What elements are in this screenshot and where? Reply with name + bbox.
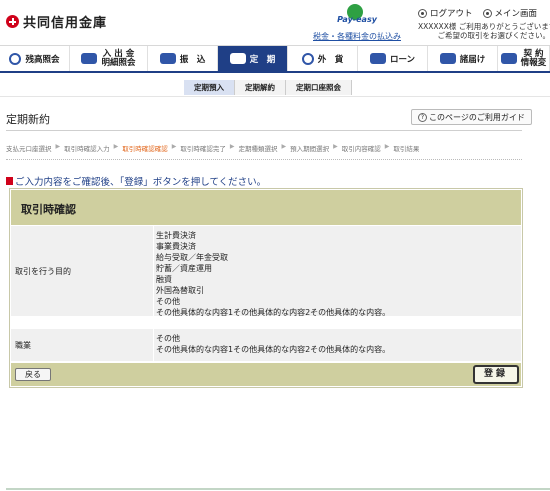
divider: [0, 96, 550, 97]
chevron-right-icon: ▶: [281, 143, 287, 150]
contract-icon: [500, 53, 517, 64]
nav-label: 入 出 金明細照会: [101, 48, 136, 68]
step-item: 預入期間選択: [290, 145, 330, 153]
nav-label: 契 約情報変: [520, 48, 547, 68]
nav-notices[interactable]: 諸届け: [428, 46, 498, 71]
chevron-right-icon: ▶: [333, 143, 338, 150]
subnav-inquiry[interactable]: 定期口座照会: [286, 80, 352, 95]
purpose-value: 給与受取／年金受取: [156, 253, 228, 262]
step-item: 定期種類選択: [238, 145, 278, 153]
sub-nav: 定期預入 定期解約 定期口座照会: [184, 80, 352, 95]
welcome-line-1: XXXXXX様 ご利用ありがとうございます。: [418, 22, 550, 31]
nav-label: 残高照会: [25, 54, 60, 65]
payeasy-word: Pay-easy: [337, 15, 377, 24]
loan-icon: [369, 53, 386, 64]
arrow-circle-icon: [418, 8, 427, 18]
notice-icon: [439, 53, 456, 64]
confirm-panel: 取引時確認 取引を行う目的 生計費決済 事業費決済 給与受取／年金受取 貯蓄／資…: [9, 188, 523, 388]
divider: [6, 159, 522, 160]
occupation-value: その他具体的な内容1その他具体的な内容2その他具体的な内容。: [156, 345, 391, 354]
header-links: ログアウト メイン画面: [418, 7, 537, 19]
logout-label: ログアウト: [430, 9, 473, 19]
main-screen-label: メイン画面: [494, 9, 538, 19]
nav-contract[interactable]: 契 約情報変: [498, 46, 550, 71]
nav-loan[interactable]: ローン: [358, 46, 428, 71]
purpose-value: 事業費決済: [156, 242, 196, 251]
step-item: 取引時確認完了: [180, 145, 226, 153]
subnav-cancel[interactable]: 定期解約: [235, 80, 286, 95]
bank-name: 共同信用金庫: [23, 16, 108, 31]
purpose-value: その他: [156, 297, 180, 306]
guide-button[interactable]: ? このページのご利用ガイド: [411, 109, 532, 125]
occupation-label: 職業: [11, 329, 154, 361]
panel-footer: 戻る 登録: [11, 363, 521, 386]
nav-time-deposit[interactable]: 定 期: [218, 46, 288, 71]
bank-logo-icon: [6, 15, 19, 28]
purpose-values: 生計費決済 事業費決済 給与受取／年金受取 貯蓄／資産運用 融資 外国為替取引 …: [154, 226, 521, 317]
nav-foreign-currency[interactable]: 外 貨: [288, 46, 358, 71]
transfer-arrows-icon: [81, 53, 98, 64]
chevron-right-icon: ▶: [55, 143, 61, 150]
step-item-current: 取引時確認確認: [122, 145, 168, 153]
balance-icon: [9, 52, 22, 65]
instruction-message: ご入力内容をご確認後、「登録」ボタンを押してください。: [6, 174, 266, 188]
nav-balance[interactable]: 残高照会: [0, 46, 70, 71]
arrow-circle-icon: [482, 8, 492, 18]
chevron-right-icon: ▶: [171, 143, 177, 150]
chevron-right-icon: ▶: [229, 143, 235, 150]
subnav-deposit[interactable]: 定期預入: [184, 80, 235, 95]
instruction-text: ご入力内容をご確認後、「登録」ボタンを押してください。: [15, 177, 267, 188]
nav-transfer[interactable]: 振 込: [148, 46, 218, 71]
progress-steps: 支払元口座選択 ▶ 取引時確認入力 ▶ 取引時確認確認 ▶ 取引時確認完了 ▶ …: [6, 143, 419, 153]
chevron-right-icon: ▶: [113, 143, 119, 150]
nav-label: ローン: [389, 54, 416, 65]
occupation-values: その他 その他具体的な内容1その他具体的な内容2その他具体的な内容。: [154, 329, 521, 361]
step-item: 取引結果: [393, 145, 420, 153]
nav-label: 定 期: [249, 54, 276, 65]
nav-label: 外 貨: [317, 54, 344, 65]
purpose-value: 融資: [156, 275, 172, 284]
purpose-value: 貯蓄／資産運用: [156, 264, 212, 273]
payeasy-logo-icon: Pay-easy: [337, 4, 377, 29]
purpose-value: 外国為替取引: [156, 286, 204, 295]
purpose-value: その他具体的な内容1その他具体的な内容2その他具体的な内容。: [156, 308, 391, 317]
logout-link[interactable]: ログアウト: [418, 7, 473, 19]
panel-title: 取引時確認: [21, 203, 76, 216]
main-screen-link[interactable]: メイン画面: [482, 7, 538, 19]
nav-label: 振 込: [179, 54, 206, 65]
welcome-message: XXXXXX様 ご利用ありがとうございます。 ご希望の取引をお選びください。: [418, 22, 550, 40]
header: 共同信用金庫 Pay-easy 税金・各種料金の払込み ログアウト メイン画面 …: [0, 0, 550, 42]
page-title: 定期新約: [6, 113, 50, 126]
payeasy-block: Pay-easy 税金・各種料金の払込み: [302, 4, 412, 42]
deposit-icon: [229, 53, 246, 64]
welcome-line-2: ご希望の取引をお選びください。: [437, 31, 550, 40]
footer-divider: [6, 488, 550, 490]
register-button[interactable]: 登録: [473, 365, 519, 384]
purpose-row: 取引を行う目的 生計費決済 事業費決済 給与受取／年金受取 貯蓄／資産運用 融資…: [11, 226, 521, 317]
main-nav: 残高照会 入 出 金明細照会 振 込 定 期 外 貨 ローン 諸届け 契 約情報…: [0, 45, 550, 73]
bank-logo[interactable]: 共同信用金庫: [6, 12, 107, 31]
step-item: 取引内容確認: [341, 145, 381, 153]
alert-icon: [6, 177, 13, 185]
back-button[interactable]: 戻る: [15, 368, 51, 381]
guide-label: このページのご利用ガイド: [429, 112, 525, 122]
chevron-right-icon: ▶: [384, 143, 390, 150]
nav-statement[interactable]: 入 出 金明細照会: [70, 46, 148, 71]
purpose-value: 生計費決済: [156, 231, 196, 240]
occupation-row: 職業 その他 その他具体的な内容1その他具体的な内容2その他具体的な内容。: [11, 329, 521, 361]
dollar-icon: [301, 52, 314, 65]
step-item: 取引時確認入力: [64, 145, 110, 153]
purpose-label: 取引を行う目的: [11, 226, 154, 316]
money-icon: [159, 53, 176, 64]
step-item: 支払元口座選択: [6, 145, 52, 153]
question-icon: ?: [418, 112, 427, 122]
divider: [6, 130, 522, 131]
payeasy-link[interactable]: 税金・各種料金の払込み: [302, 31, 412, 42]
nav-label: 諸届け: [459, 54, 486, 65]
occupation-value: その他: [156, 334, 180, 343]
panel-header: 取引時確認: [11, 190, 521, 225]
